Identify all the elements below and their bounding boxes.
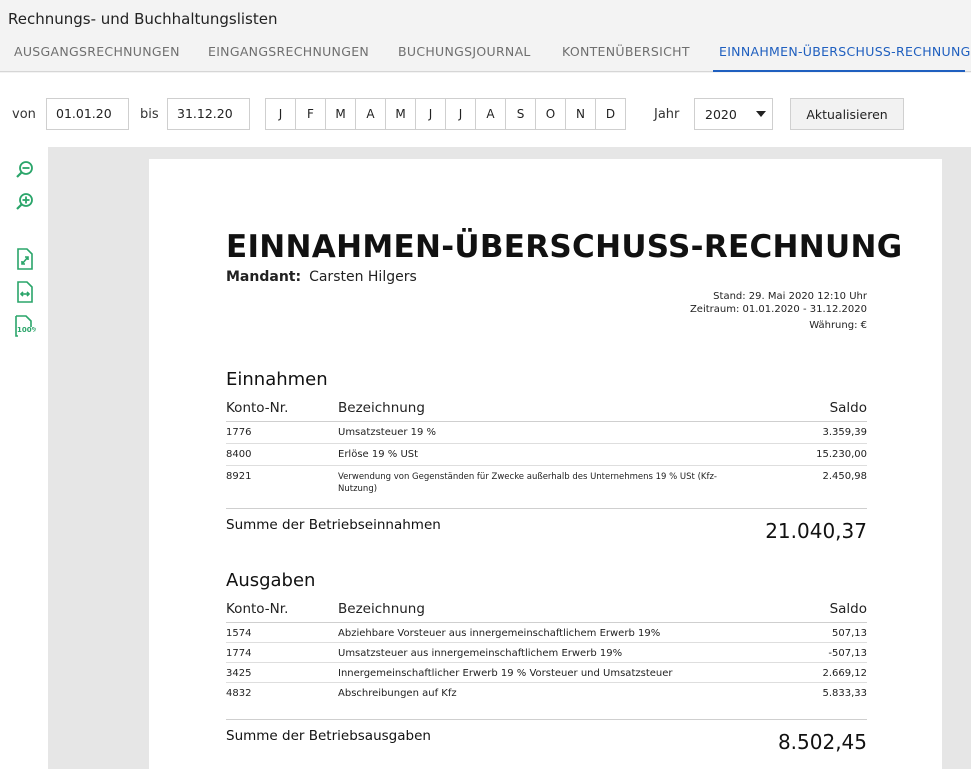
month-button-sep[interactable]: S <box>505 98 536 130</box>
month-button-jan[interactable]: J <box>265 98 296 130</box>
income-sum-value: 21.040,37 <box>765 519 867 543</box>
expenses-section: Ausgaben Konto-Nr. Bezeichnung Saldo 157… <box>226 570 867 759</box>
month-button-oct[interactable]: O <box>535 98 566 130</box>
document-page: EINNAHMEN-ÜBERSCHUSS-RECHNUNG Mandant: Ca… <box>149 159 942 769</box>
year-select[interactable]: 2020 <box>694 98 773 130</box>
bezeichnung-cell: Abschreibungen auf Kfz <box>338 688 457 699</box>
app-title: Rechnungs- und Buchhaltungslisten <box>8 10 278 28</box>
month-button-aug[interactable]: A <box>475 98 506 130</box>
tab-eingangsrechnungen[interactable]: EINGANGSRECHNUNGEN <box>202 44 375 72</box>
saldo-cell: 3.359,39 <box>822 427 867 438</box>
saldo-cell: 2.450,98 <box>822 471 867 482</box>
month-selector: J F M A M J J A S O N D <box>265 98 626 130</box>
income-col-konto: Konto-Nr. <box>226 400 289 416</box>
to-date-input[interactable]: 31.12.20 <box>167 98 250 130</box>
stand-text: Stand: 29. Mai 2020 12:10 Uhr <box>713 291 867 302</box>
dropdown-arrow-icon <box>756 111 766 117</box>
month-button-feb[interactable]: F <box>295 98 326 130</box>
filter-toolbar: von 01.01.20 bis 31.12.20 J F M A M J J … <box>0 73 971 147</box>
table-row: 1776 Umsatzsteuer 19 % 3.359,39 <box>226 422 867 444</box>
saldo-cell: 15.230,00 <box>816 449 867 460</box>
zoom-in-icon[interactable] <box>14 191 36 213</box>
bezeichnung-cell: Innergemeinschaftlicher Erwerb 19 % Vors… <box>338 668 673 679</box>
expenses-sum-value: 8.502,45 <box>777 730 867 754</box>
tab-kontenuebersicht[interactable]: KONTENÜBERSICHT <box>556 44 696 72</box>
mandant-value: Carsten Hilgers <box>309 269 417 285</box>
zoom-out-icon[interactable] <box>14 159 36 181</box>
tab-einnahmen-ueberschuss-rechnung[interactable]: EINNAHMEN-ÜBERSCHUSS-RECHNUNG <box>713 44 970 72</box>
konto-cell: 8921 <box>226 471 252 482</box>
year-label: Jahr <box>654 107 680 122</box>
expenses-title: Ausgaben <box>226 570 316 591</box>
income-table-header: Konto-Nr. Bezeichnung Saldo <box>226 398 867 422</box>
expenses-col-bezeichnung: Bezeichnung <box>338 601 425 617</box>
expenses-table-header: Konto-Nr. Bezeichnung Saldo <box>226 599 867 623</box>
income-title: Einnahmen <box>226 369 328 390</box>
bezeichnung-cell: Umsatzsteuer aus innergemeinschaftlichem… <box>338 648 623 659</box>
month-button-jul[interactable]: J <box>445 98 476 130</box>
viewer-sidebar: 100% <box>0 147 48 769</box>
from-date-input[interactable]: 01.01.20 <box>46 98 129 130</box>
month-button-mar[interactable]: M <box>325 98 356 130</box>
update-button[interactable]: Aktualisieren <box>790 98 904 130</box>
document-title: EINNAHMEN-ÜBERSCHUSS-RECHNUNG <box>226 229 903 265</box>
tab-buchungsjournal[interactable]: BUCHUNGSJOURNAL <box>392 44 537 72</box>
fit-page-icon[interactable] <box>14 248 36 270</box>
bezeichnung-cell: Verwendung von Gegenständen für Zwecke a… <box>338 472 717 494</box>
saldo-cell: 2.669,12 <box>822 668 867 679</box>
mandant-line: Mandant: Carsten Hilgers <box>226 269 417 285</box>
expenses-sum: Summe der Betriebsausgaben 8.502,45 <box>226 719 867 759</box>
zeitraum-text: Zeitraum: 01.01.2020 - 31.12.2020 <box>689 304 867 315</box>
month-button-may[interactable]: M <box>385 98 416 130</box>
year-select-value: 2020 <box>705 107 737 122</box>
konto-cell: 3425 <box>226 668 252 679</box>
table-row: 8400 Erlöse 19 % USt 15.230,00 <box>226 444 867 466</box>
bezeichnung-cell: Erlöse 19 % USt <box>338 449 419 460</box>
mandant-label: Mandant: <box>226 269 302 285</box>
bezeichnung-cell: Abziehbare Vorsteuer aus innergemeinscha… <box>338 628 661 639</box>
month-button-jun[interactable]: J <box>415 98 446 130</box>
expenses-col-saldo: Saldo <box>829 601 867 617</box>
table-row: 1574 Abziehbare Vorsteuer aus innergemei… <box>226 623 867 643</box>
fit-width-icon[interactable] <box>14 281 36 303</box>
saldo-cell: 507,13 <box>832 628 867 639</box>
table-row: 8921 Verwendung von Gegenständen für Zwe… <box>226 466 867 500</box>
income-sum: Summe der Betriebseinnahmen 21.040,37 <box>226 508 867 548</box>
konto-cell: 1774 <box>226 648 252 659</box>
table-row: 4832 Abschreibungen auf Kfz 5.833,33 <box>226 683 867 703</box>
saldo-cell: -507,13 <box>828 648 867 659</box>
actual-size-label: 100% <box>17 326 36 334</box>
month-button-apr[interactable]: A <box>355 98 386 130</box>
tab-bar: AUSGANGSRECHNUNGEN EINGANGSRECHNUNGEN BU… <box>0 38 971 72</box>
waehrung-text: Währung: € <box>809 320 867 331</box>
konto-cell: 1776 <box>226 427 252 438</box>
konto-cell: 4832 <box>226 688 252 699</box>
income-col-saldo: Saldo <box>829 400 867 416</box>
tab-ausgangsrechnungen[interactable]: AUSGANGSRECHNUNGEN <box>8 44 186 72</box>
expenses-col-konto: Konto-Nr. <box>226 601 289 617</box>
konto-cell: 8400 <box>226 449 252 460</box>
actual-size-icon[interactable]: 100% <box>14 315 36 337</box>
table-row: 1774 Umsatzsteuer aus innergemeinschaftl… <box>226 643 867 663</box>
document-viewer[interactable]: EINNAHMEN-ÜBERSCHUSS-RECHNUNG Mandant: Ca… <box>48 147 971 769</box>
bezeichnung-cell: Umsatzsteuer 19 % <box>338 427 437 438</box>
expenses-sum-label: Summe der Betriebsausgaben <box>226 728 431 744</box>
income-section: Einnahmen Konto-Nr. Bezeichnung Saldo 17… <box>226 369 867 548</box>
month-button-dec[interactable]: D <box>595 98 626 130</box>
from-label: von <box>12 107 36 122</box>
konto-cell: 1574 <box>226 628 252 639</box>
income-col-bezeichnung: Bezeichnung <box>338 400 425 416</box>
income-sum-label: Summe der Betriebseinnahmen <box>226 517 441 533</box>
saldo-cell: 5.833,33 <box>822 688 867 699</box>
month-button-nov[interactable]: N <box>565 98 596 130</box>
to-label: bis <box>140 107 159 122</box>
table-row: 3425 Innergemeinschaftlicher Erwerb 19 %… <box>226 663 867 683</box>
